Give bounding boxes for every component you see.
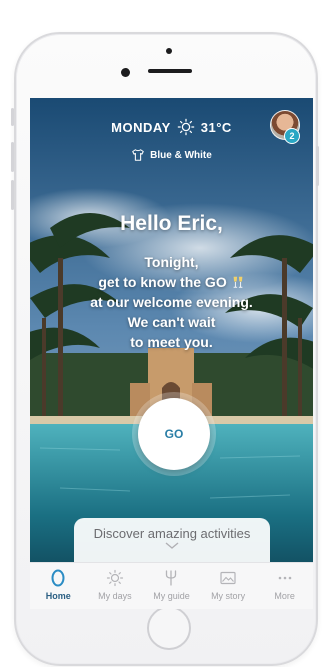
message-line: Tonight, [144,254,199,270]
tab-label: My story [211,591,246,601]
day-label: MONDAY [111,119,171,135]
sun-icon [177,118,195,136]
tab-home[interactable]: Home [30,563,87,609]
front-camera [121,68,130,77]
champagne-glasses-icon [233,276,242,288]
app-screen: MONDAY 31°C 2 Blue & White Hello Eric, T… [30,98,313,609]
tab-label: Home [45,591,71,601]
tab-my-story[interactable]: My story [200,563,257,609]
temperature-label: 31°C [200,119,232,135]
tshirt-icon [132,149,144,161]
photo-icon [220,571,236,585]
message-line: get to know the GO [98,274,227,290]
greeting-title: Hello Eric, [120,212,223,235]
tab-my-days[interactable]: My days [87,563,144,609]
notification-badge: 2 [284,128,300,144]
home-hardware-button[interactable] [147,606,191,650]
chevron-down-icon [165,542,179,549]
tab-label: My days [98,591,132,601]
home-icon [51,569,65,587]
trident-icon [166,570,177,586]
bottom-tab-bar: Home My days My guide My story More [30,562,313,609]
discover-activities-panel[interactable]: Discover amazing activities [74,518,270,562]
power-button [316,146,319,186]
message-line: to meet you. [130,334,213,350]
earpiece-speaker [148,69,192,73]
volume-up-button [11,142,14,172]
volume-down-button [11,180,14,210]
tab-label: More [274,591,295,601]
discover-label: Discover amazing activities [93,526,251,541]
message-line: We can't wait [127,314,216,330]
proximity-sensor [166,48,172,54]
mute-switch [11,108,14,126]
tab-more[interactable]: More [256,563,313,609]
go-button[interactable]: GO [138,398,210,470]
message-line: at our welcome evening. [90,294,253,310]
more-icon [278,576,291,580]
sun-icon [106,569,123,587]
tab-label: My guide [153,591,190,601]
dress-code: Blue & White [30,148,313,162]
tab-my-guide[interactable]: My guide [143,563,200,609]
greeting-message: Tonight, get to know the GO at our welco… [30,252,313,352]
dress-code-label: Blue & White [150,149,212,161]
message-line-with-icon: get to know the GO [30,272,313,292]
